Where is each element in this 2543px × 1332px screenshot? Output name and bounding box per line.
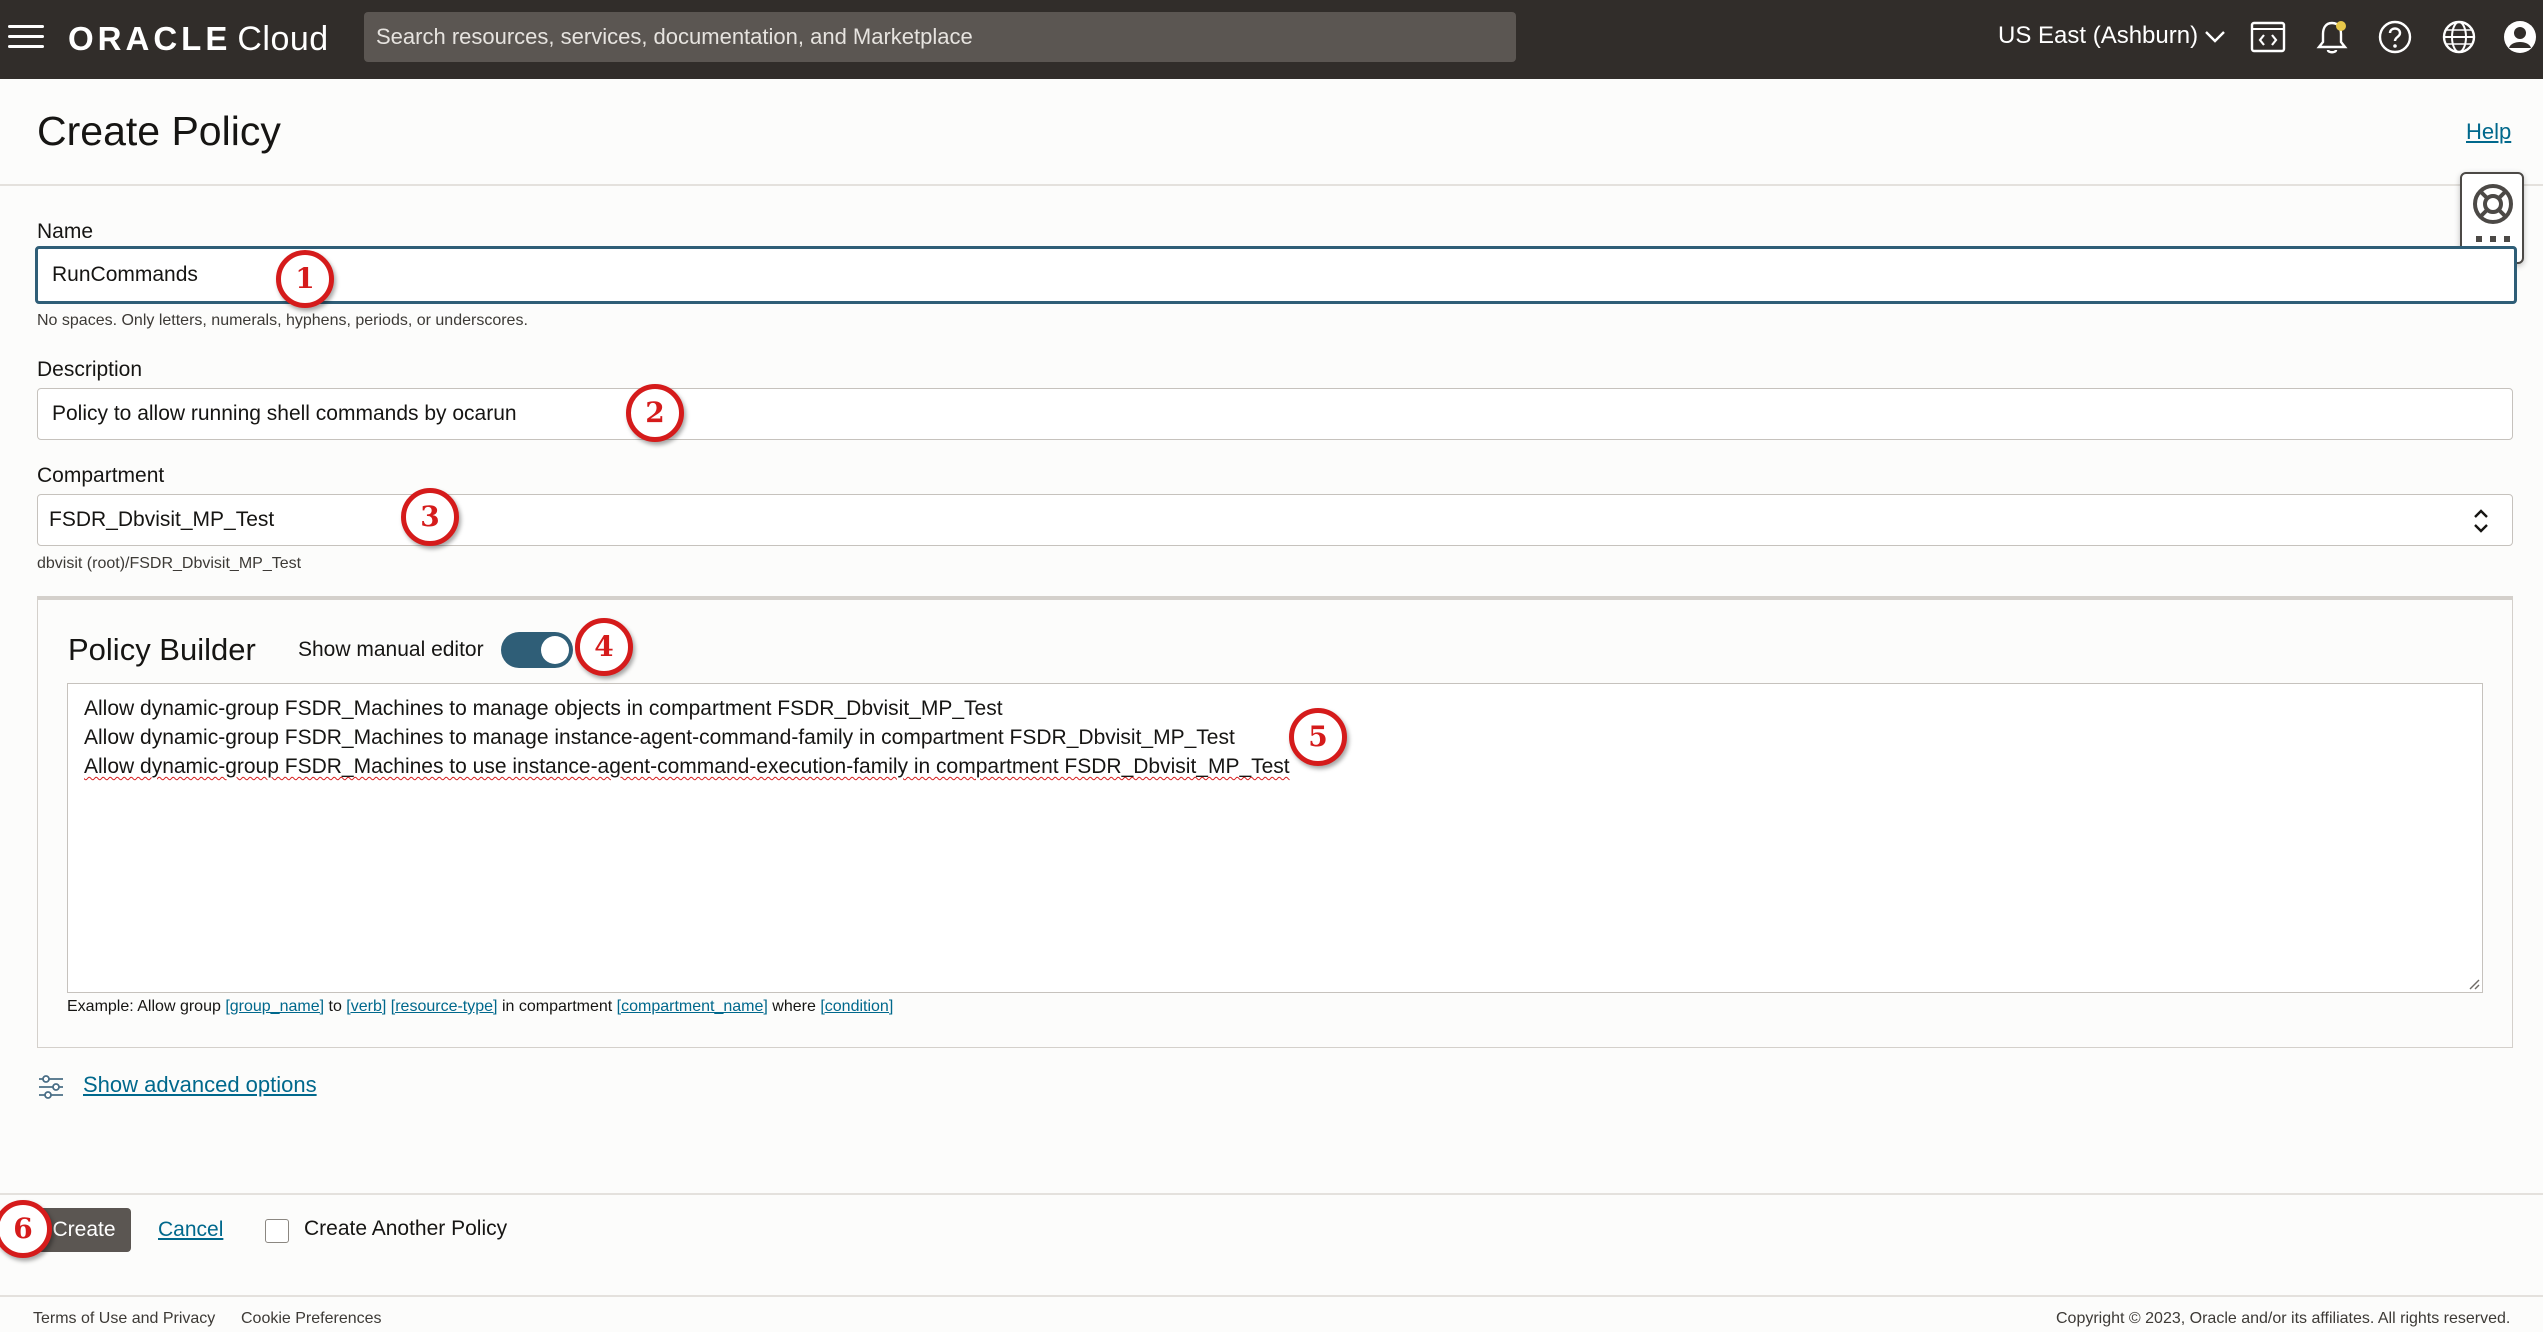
example-verb-link[interactable]: [verb] [346, 998, 386, 1015]
cookie-preferences-link[interactable]: Cookie Preferences [241, 1310, 382, 1328]
example-compartment-link[interactable]: [compartment_name] [617, 998, 768, 1015]
region-label: US East (Ashburn) [1998, 22, 2199, 49]
select-chevron-icon [2474, 509, 2488, 533]
name-input[interactable] [35, 246, 2517, 304]
policy-statement-1: Allow dynamic-group FSDR_Machines to man… [84, 697, 1003, 720]
example-resource-link[interactable]: [resource-type] [391, 998, 498, 1015]
example-prefix: Example: Allow group [67, 998, 221, 1015]
action-bar [0, 1193, 2543, 1295]
policy-statement-3: Allow dynamic-group FSDR_Machines to use… [84, 755, 1290, 778]
manual-editor-label: Show manual editor [298, 638, 484, 661]
globe-icon[interactable] [2440, 18, 2478, 56]
help-icon[interactable] [2376, 18, 2414, 56]
footer-divider [0, 1295, 2543, 1297]
copyright-text: Copyright © 2023, Oracle and/or its affi… [2056, 1310, 2511, 1327]
oracle-cloud-logo[interactable]: ORACLE Cloud [68, 17, 329, 61]
policy-statements-editor[interactable]: Allow dynamic-group FSDR_Machines to man… [67, 683, 2483, 993]
brand-name: ORACLE [68, 20, 232, 57]
compartment-value: FSDR_Dbvisit_MP_Test [49, 508, 275, 531]
create-another-checkbox[interactable] [265, 1219, 289, 1243]
brand-product: Cloud [237, 20, 329, 58]
name-label: Name [37, 220, 94, 243]
description-label: Description [37, 358, 143, 381]
annotation-badge-5: 5 [1289, 708, 1347, 766]
description-input[interactable] [37, 388, 2513, 440]
lifebuoy-icon [2473, 184, 2513, 224]
name-hint: No spaces. Only letters, numerals, hyphe… [37, 312, 528, 329]
create-another-label: Create Another Policy [304, 1217, 508, 1240]
top-navigation-bar: ORACLECloud US East (Ashburn) [0, 0, 2543, 79]
example-to: to [328, 998, 342, 1015]
annotation-badge-3: 3 [401, 488, 459, 546]
policy-example: Example: Allow group [group_name] to [ve… [67, 998, 893, 1016]
compartment-label: Compartment [37, 464, 165, 487]
sliders-icon [39, 1075, 63, 1099]
policy-builder-title: Policy Builder [68, 632, 256, 667]
annotation-badge-1: 1 [276, 250, 334, 308]
example-group-link[interactable]: [group_name] [225, 998, 324, 1015]
example-condition-link[interactable]: [condition] [820, 998, 893, 1015]
annotation-badge-2: 2 [626, 384, 684, 442]
cancel-link[interactable]: Cancel [158, 1218, 223, 1242]
region-selector[interactable]: US East (Ashburn) [1998, 18, 2226, 54]
example-in: in compartment [501, 998, 613, 1015]
toggle-knob [541, 636, 569, 664]
code-editor-icon[interactable] [2249, 18, 2287, 56]
page-title: Create Policy [37, 108, 281, 154]
terms-link[interactable]: Terms of Use and Privacy [33, 1310, 215, 1328]
manual-editor-toggle[interactable] [501, 632, 573, 668]
example-where: where [772, 998, 816, 1015]
user-icon[interactable] [2501, 18, 2539, 56]
global-search-input[interactable] [364, 12, 1516, 62]
annotation-badge-4: 4 [575, 618, 633, 676]
bell-icon[interactable] [2313, 18, 2351, 56]
advanced-options-label: Show advanced options [83, 1072, 317, 1097]
policy-statement-2: Allow dynamic-group FSDR_Machines to man… [84, 726, 1235, 749]
title-divider [0, 184, 2543, 186]
compartment-path: dbvisit (root)/FSDR_Dbvisit_MP_Test [37, 555, 302, 572]
help-link[interactable]: Help [2466, 119, 2511, 145]
chevron-down-icon [2205, 30, 2225, 43]
resize-handle-icon[interactable] [2468, 978, 2480, 990]
hamburger-menu-icon[interactable] [8, 23, 44, 49]
